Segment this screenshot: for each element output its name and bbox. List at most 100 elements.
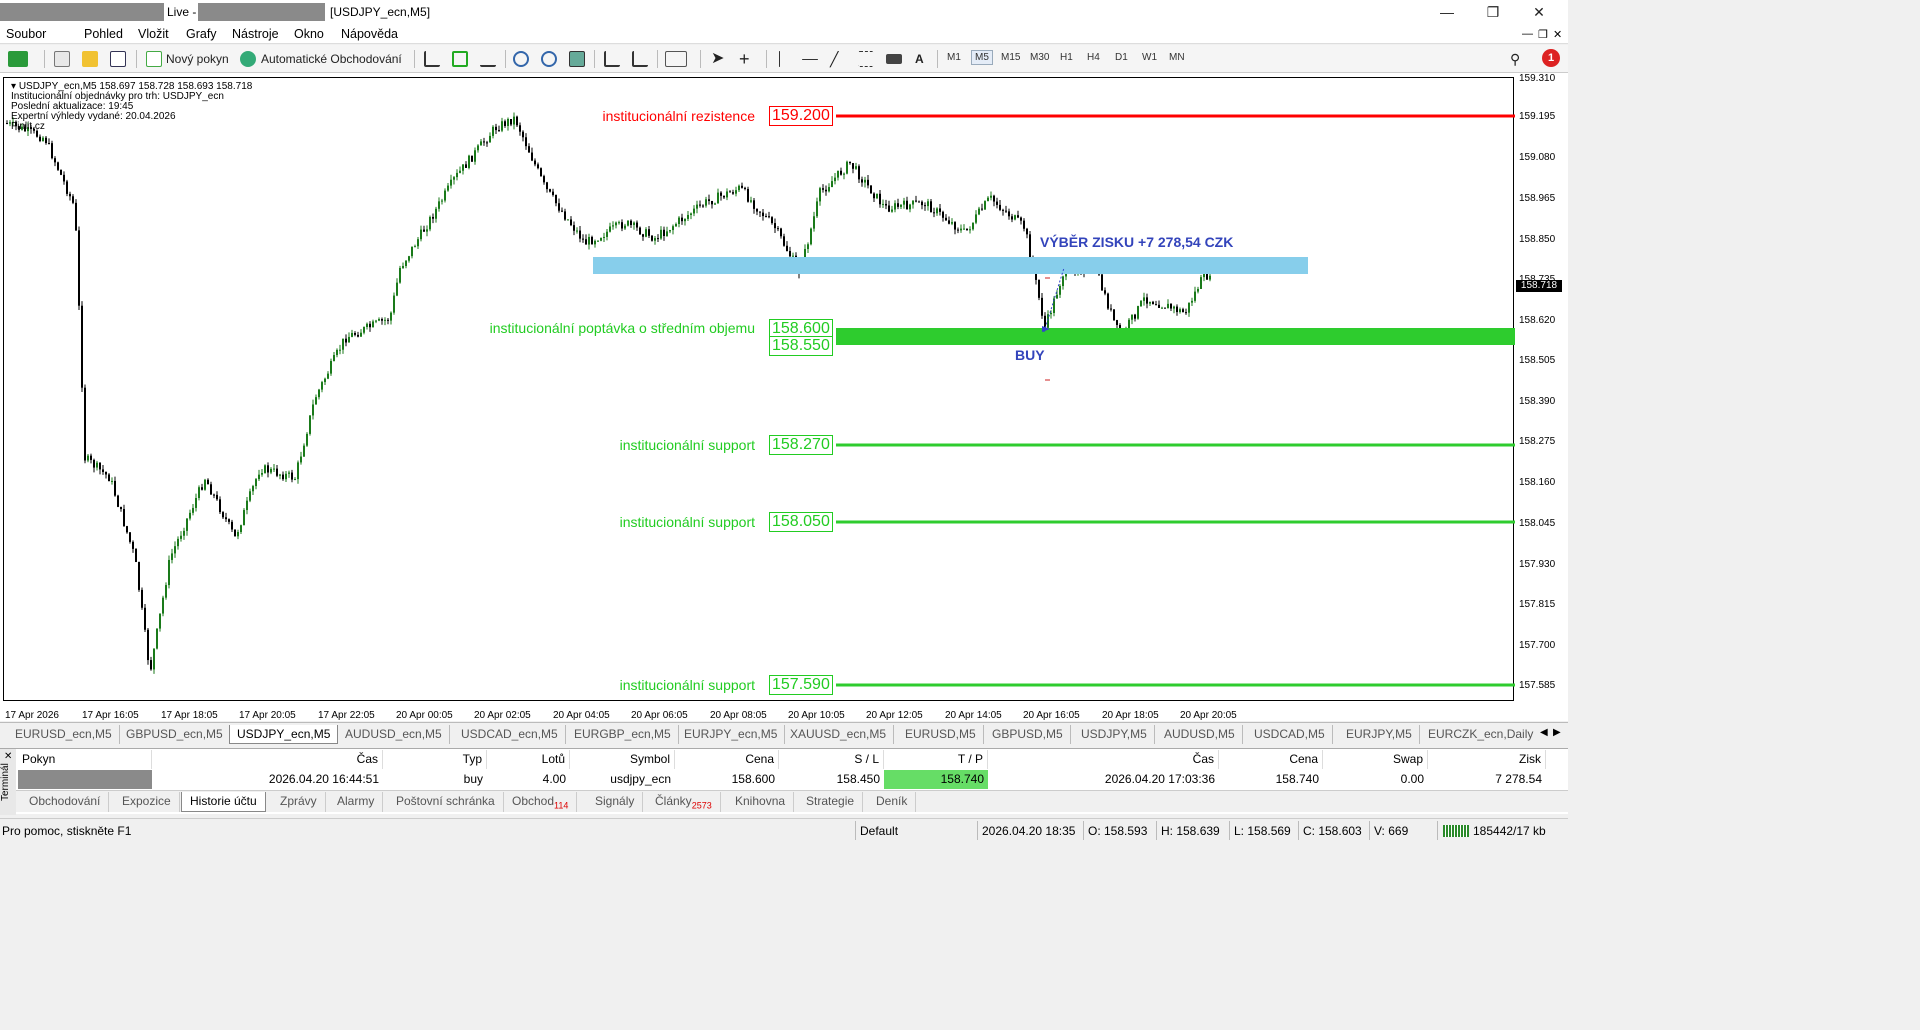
zoom-out-icon[interactable] bbox=[541, 51, 557, 67]
menu-pohled[interactable]: Pohled bbox=[84, 27, 123, 41]
tab-scroll-right-icon[interactable]: ▶ bbox=[1553, 727, 1561, 738]
mdi-close-icon[interactable]: ✕ bbox=[1553, 28, 1562, 41]
chart-window[interactable]: ▾ USDJPY_ecn,M5 158.697 158.728 158.693 … bbox=[0, 73, 1568, 721]
tf-w1[interactable]: W1 bbox=[1142, 52, 1157, 63]
chart-tab[interactable]: EURUSD_ecn,M5 bbox=[8, 725, 120, 744]
notification-badge[interactable]: 1 bbox=[1542, 49, 1560, 67]
trendline-icon[interactable]: ╱ bbox=[830, 48, 838, 70]
menu-grafy[interactable]: Grafy bbox=[186, 27, 217, 41]
terminal-tab-market[interactable]: Obchod114 bbox=[504, 792, 578, 812]
terminal-tab-trade[interactable]: Obchodování bbox=[21, 792, 110, 812]
chart-tab[interactable]: USDCAD_ecn,M5 bbox=[454, 725, 566, 744]
mdi-restore-icon[interactable]: ❐ bbox=[1538, 28, 1548, 41]
zoom-in-icon[interactable] bbox=[513, 51, 529, 67]
col-header-type[interactable]: Typ bbox=[383, 750, 487, 769]
tf-mn[interactable]: MN bbox=[1169, 52, 1185, 63]
cell-tp[interactable]: 158.740 bbox=[884, 770, 988, 789]
chart-tab[interactable]: EURJPY_ecn,M5 bbox=[677, 725, 786, 744]
chart-tab[interactable]: EURCZK_ecn,Daily bbox=[1421, 725, 1540, 744]
auto-trading-button[interactable]: Automatické Obchodování bbox=[261, 48, 402, 70]
tf-m5[interactable]: M5 bbox=[971, 50, 993, 65]
crosshair-icon[interactable]: + bbox=[739, 48, 750, 70]
rectangle-icon[interactable] bbox=[886, 54, 902, 64]
chart-plot-area[interactable]: ▾ USDJPY_ecn,M5 158.697 158.728 158.693 … bbox=[3, 77, 1515, 721]
mdi-minimize-icon[interactable]: — bbox=[1522, 28, 1533, 40]
chart-tab[interactable]: GBPUSD_ecn,M5 bbox=[119, 725, 231, 744]
indicators-icon[interactable] bbox=[665, 51, 687, 67]
col-header-close-price[interactable]: Cena bbox=[1219, 750, 1323, 769]
chart-tab[interactable]: AUDUSD,M5 bbox=[1157, 725, 1243, 744]
terminal-tab-signals[interactable]: Signály bbox=[587, 792, 644, 812]
col-header-profit[interactable]: Zisk bbox=[1428, 750, 1546, 769]
col-header-sl[interactable]: S / L bbox=[779, 750, 884, 769]
search-icon[interactable]: ⚲ bbox=[1510, 48, 1520, 70]
col-header-price[interactable]: Cena bbox=[675, 750, 779, 769]
tf-h1[interactable]: H1 bbox=[1060, 52, 1073, 63]
terminal-tab-articles[interactable]: Články2573 bbox=[647, 792, 721, 812]
tf-m1[interactable]: M1 bbox=[947, 52, 961, 63]
terminal-close-icon[interactable]: ✕ bbox=[4, 751, 12, 762]
tf-h4[interactable]: H4 bbox=[1087, 52, 1100, 63]
chart-shift-icon[interactable] bbox=[632, 51, 648, 67]
cell-open-price[interactable]: 158.600 bbox=[675, 770, 779, 789]
chart-tab[interactable]: XAUUSD_ecn,M5 bbox=[783, 725, 895, 744]
col-header-swap[interactable]: Swap bbox=[1323, 750, 1428, 769]
autoscroll-icon[interactable] bbox=[604, 51, 620, 67]
menu-napoveda[interactable]: Nápověda bbox=[341, 27, 398, 41]
profiles-icon[interactable] bbox=[54, 51, 70, 67]
col-header-tp[interactable]: T / P bbox=[884, 750, 988, 769]
auto-trading-icon[interactable] bbox=[240, 51, 256, 67]
terminal-tab-mailbox[interactable]: Poštovní schránka bbox=[388, 792, 504, 812]
new-order-button[interactable]: Nový pokyn bbox=[166, 48, 229, 70]
cell-swap[interactable]: 0.00 bbox=[1323, 770, 1428, 789]
col-header-symbol[interactable]: Symbol bbox=[570, 750, 675, 769]
tab-scroll-left-icon[interactable]: ◀ bbox=[1540, 727, 1548, 738]
bar-chart-icon[interactable] bbox=[424, 51, 440, 67]
cell-close-time[interactable]: 2026.04.20 17:03:36 bbox=[988, 770, 1219, 789]
terminal-tab-news[interactable]: Zprávy bbox=[272, 792, 326, 812]
tf-m15[interactable]: M15 bbox=[1001, 52, 1020, 63]
chart-tab[interactable]: USDCAD,M5 bbox=[1247, 725, 1333, 744]
tf-m30[interactable]: M30 bbox=[1030, 52, 1049, 63]
terminal-tab-history[interactable]: Historie účtu bbox=[181, 792, 266, 812]
tile-windows-icon[interactable] bbox=[569, 51, 585, 67]
col-header-order[interactable]: Pokyn bbox=[18, 750, 152, 769]
cell-sl[interactable]: 158.450 bbox=[779, 770, 884, 789]
minimize-button[interactable]: — bbox=[1424, 0, 1470, 24]
terminal-tab-strategy[interactable]: Strategie bbox=[798, 792, 864, 812]
channel-icon[interactable] bbox=[858, 51, 874, 67]
chart-tab[interactable]: EURUSD,M5 bbox=[898, 725, 984, 744]
chart-tab[interactable]: EURJPY,M5 bbox=[1339, 725, 1420, 744]
cell-open-time[interactable]: 2026.04.20 16:44:51 bbox=[152, 770, 383, 789]
candlestick-icon[interactable] bbox=[452, 51, 468, 67]
cell-symbol[interactable]: usdjpy_ecn bbox=[570, 770, 675, 789]
menu-vlozit[interactable]: Vložit bbox=[138, 27, 169, 41]
terminal-tab-exposure[interactable]: Expozice bbox=[114, 792, 180, 812]
cell-profit[interactable]: 7 278.54 bbox=[1428, 770, 1546, 789]
cell-lots[interactable]: 4.00 bbox=[487, 770, 570, 789]
col-header-time[interactable]: Čas bbox=[152, 750, 383, 769]
new-order-icon[interactable] bbox=[146, 51, 162, 67]
chart-tab[interactable]: GBPUSD,M5 bbox=[985, 725, 1071, 744]
chart-tab[interactable]: EURGBP_ecn,M5 bbox=[567, 725, 679, 744]
menu-okno[interactable]: Okno bbox=[294, 27, 324, 41]
navigator-icon[interactable] bbox=[110, 51, 126, 67]
terminal-tab-alerts[interactable]: Alarmy bbox=[329, 792, 384, 812]
col-header-lots[interactable]: Lotů bbox=[487, 750, 570, 769]
chart-tab[interactable]: AUDUSD_ecn,M5 bbox=[338, 725, 450, 744]
horizontal-line-icon[interactable] bbox=[802, 59, 818, 60]
terminal-tab-journal[interactable]: Deník bbox=[868, 792, 917, 812]
cell-type[interactable]: buy bbox=[383, 770, 487, 789]
cursor-icon[interactable]: ➤ bbox=[711, 48, 724, 70]
line-chart-icon[interactable] bbox=[480, 51, 496, 67]
close-button[interactable]: ✕ bbox=[1516, 0, 1562, 24]
menu-nastroje[interactable]: Nástroje bbox=[232, 27, 279, 41]
chart-tab[interactable]: USDJPY,M5 bbox=[1074, 725, 1155, 744]
favorites-icon[interactable] bbox=[82, 51, 98, 67]
connection-icon[interactable] bbox=[1443, 825, 1469, 837]
chart-tab-active[interactable]: USDJPY_ecn,M5 bbox=[229, 725, 339, 744]
text-tool-icon[interactable]: A bbox=[915, 48, 924, 70]
vertical-line-icon[interactable] bbox=[779, 51, 780, 67]
restore-button[interactable]: ❐ bbox=[1470, 0, 1516, 24]
terminal-tab-library[interactable]: Knihovna bbox=[727, 792, 795, 812]
